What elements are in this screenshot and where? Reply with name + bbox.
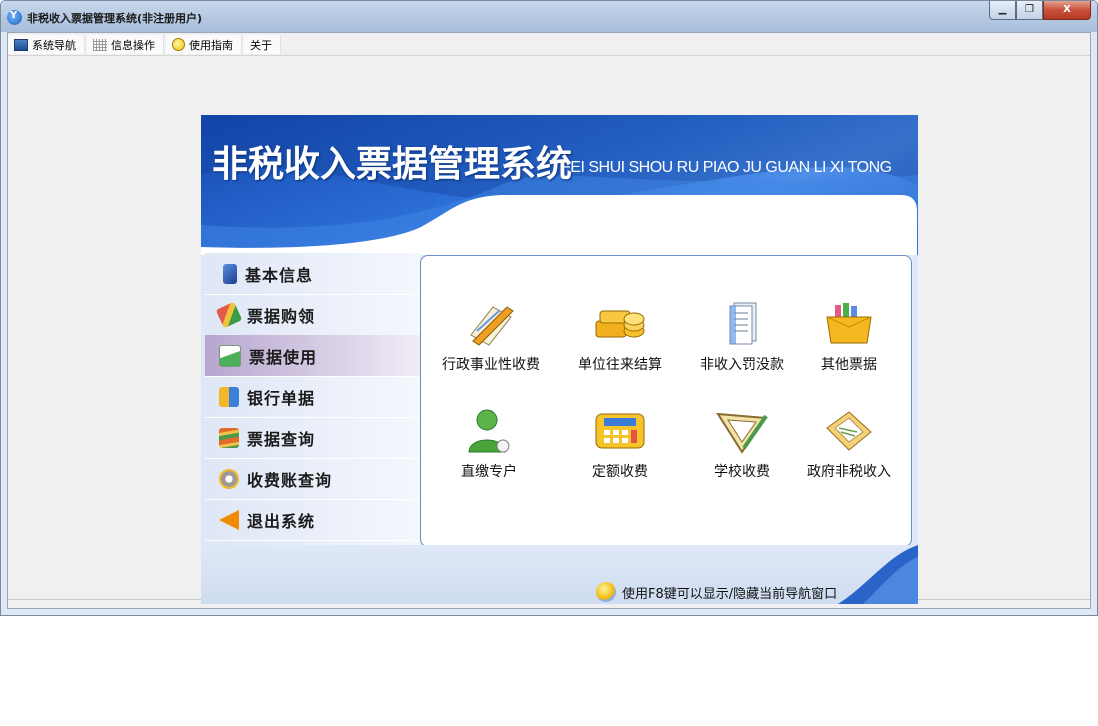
window-title: 非税收入票据管理系统(非注册用户): [27, 12, 203, 25]
banner-title: 非税收入票据管理系统: [212, 144, 573, 185]
menu-label: 信息操作: [111, 38, 155, 52]
maximize-button[interactable]: ❐: [1016, 1, 1043, 20]
f8-tip: 使用F8键可以显示/隐藏当前导航窗口: [596, 582, 837, 602]
sidebar-item-ticket-use[interactable]: 票据使用: [205, 335, 420, 377]
sidebar-item-label: 票据使用: [249, 347, 318, 367]
user-icon: [468, 409, 510, 453]
sidebar-item-label: 票据购领: [247, 306, 316, 326]
tile-label: 其他票据: [821, 357, 877, 373]
menu-bar: 系统导航 信息操作 使用指南 关于: [8, 35, 1090, 56]
menu-label: 关于: [250, 38, 272, 52]
gears-icon: [219, 468, 239, 489]
tile-other-tickets[interactable]: 其他票据: [789, 301, 909, 374]
lightbulb-icon: [596, 582, 616, 602]
ticket-use-icon: [219, 344, 241, 367]
panel-footer: 使用F8键可以显示/隐藏当前导航窗口: [201, 545, 918, 604]
notepad-pencil-icon: [470, 306, 514, 346]
sidebar-item-label: 银行单据: [247, 388, 316, 408]
tile-admin-fee[interactable]: 行政事业性收费: [431, 301, 551, 374]
banner: 非税收入票据管理系统 FEI SHUI SHOU RU PIAO JU GUAN…: [201, 115, 918, 255]
menu-info-ops[interactable]: 信息操作: [87, 35, 164, 54]
menu-about[interactable]: 关于: [244, 35, 281, 54]
sidebar-item-label: 基本信息: [245, 265, 314, 285]
tile-label: 非收入罚没款: [700, 357, 784, 373]
sidebar-item-basic-info[interactable]: 基本信息: [205, 253, 420, 295]
triangle-ruler-icon: [716, 412, 768, 454]
sidebar-item-ticket-query[interactable]: 票据查询: [205, 417, 420, 459]
sidebar-item-label: 收费账查询: [247, 470, 333, 490]
banner-subtitle: FEI SHUI SHOU RU PIAO JU GUAN LI XI TONG: [561, 159, 892, 176]
menu-user-guide[interactable]: 使用指南: [166, 35, 242, 54]
sidebar-menu: 基本信息 票据购领 票据使用 银行单据 票据查询 收费账查询 退出系统: [205, 253, 420, 545]
tile-direct-account[interactable]: 直缴专户: [429, 408, 549, 481]
navigation-panel: 非税收入票据管理系统 FEI SHUI SHOU RU PIAO JU GUAN…: [201, 115, 918, 604]
tile-label: 单位往来结算: [578, 357, 662, 373]
tile-unit-settlement[interactable]: 单位往来结算: [560, 301, 680, 374]
tile-non-income-fines[interactable]: 非收入罚没款: [682, 301, 802, 374]
menu-label: 使用指南: [189, 38, 233, 52]
sidebar-item-label: 退出系统: [247, 511, 316, 531]
sidebar-item-label: 票据查询: [247, 429, 316, 449]
caption-buttons: ▁ ❐ X: [989, 1, 1091, 20]
exit-arrow-icon: [219, 509, 239, 530]
tile-label: 定额收费: [592, 464, 648, 480]
sidebar-item-ticket-purchase[interactable]: 票据购领: [205, 294, 420, 336]
sidebar-item-bank-slip[interactable]: 银行单据: [205, 376, 420, 418]
tile-label: 行政事业性收费: [442, 357, 540, 373]
grid-icon: [93, 38, 107, 51]
title-bar[interactable]: 非税收入票据管理系统(非注册用户) ▁ ❐ X: [1, 1, 1097, 32]
sidebar-item-fee-account-query[interactable]: 收费账查询: [205, 458, 420, 500]
ledger-icon: [826, 411, 872, 451]
menu-label: 系统导航: [32, 38, 76, 52]
pencil-ribbon-icon: [215, 301, 243, 328]
tile-gov-non-tax[interactable]: 政府非税收入: [789, 408, 909, 481]
tile-fixed-fee[interactable]: 定额收费: [560, 408, 680, 481]
bank-slip-icon: [219, 386, 239, 407]
function-tiles-panel: 行政事业性收费 单位往来结算 非收入罚没款 其他票据 直缴专户 定额收费 学校收…: [420, 255, 912, 547]
documents-icon: [729, 302, 757, 345]
coins-icon: [595, 310, 645, 338]
nav-window-icon: [14, 38, 28, 51]
tile-school-fee[interactable]: 学校收费: [682, 408, 802, 481]
help-icon: [172, 38, 185, 51]
app-logo-icon: [7, 10, 22, 25]
sidebar-item-exit[interactable]: 退出系统: [205, 499, 420, 541]
minimize-button[interactable]: ▁: [989, 1, 1016, 20]
close-button[interactable]: X: [1043, 1, 1091, 20]
tile-label: 学校收费: [714, 464, 770, 480]
book-icon: [223, 263, 237, 284]
folder-box-icon: [826, 303, 872, 344]
menu-system-nav[interactable]: 系统导航: [8, 35, 85, 54]
tile-label: 政府非税收入: [807, 464, 891, 480]
calculator-icon: [595, 413, 645, 449]
tile-label: 直缴专户: [461, 464, 517, 480]
tip-text: 使用F8键可以显示/隐藏当前导航窗口: [622, 586, 838, 602]
stacked-books-icon: [219, 427, 239, 448]
